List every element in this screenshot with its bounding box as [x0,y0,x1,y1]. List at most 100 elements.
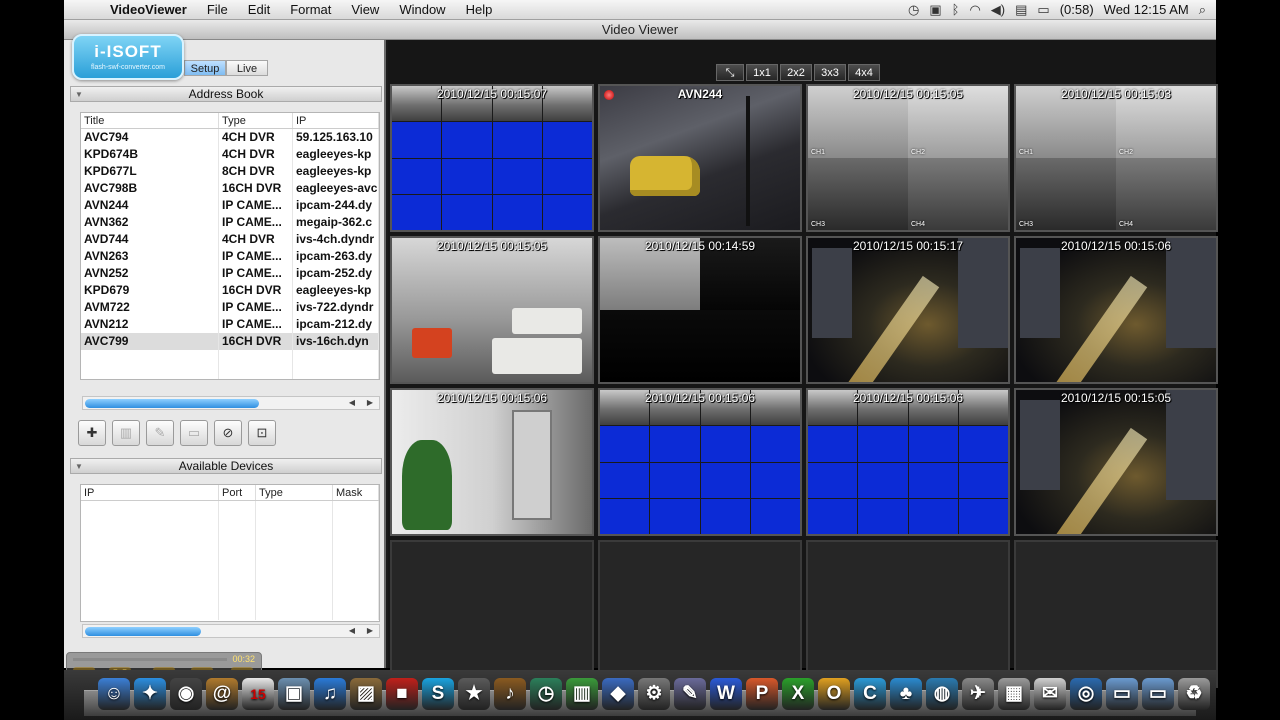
dashboard-icon[interactable]: ◉ [170,678,202,710]
add-device-icon[interactable]: ✚ [78,420,106,446]
table-row[interactable]: KPD677L 8CH DVR eagleeyes-kp [81,163,379,180]
archive-icon[interactable]: ▦ [998,678,1030,710]
layout-3x3-button[interactable]: 3x3 [814,64,846,81]
table-row[interactable]: AVC798B 16CH DVR eagleeyes-avc [81,180,379,197]
menu-help[interactable]: Help [456,2,503,17]
empty-camera-slot[interactable] [1014,540,1218,688]
network-icon[interactable]: ✈ [962,678,994,710]
flag-icon[interactable]: ▤ [1015,2,1027,18]
table-row[interactable]: AVN263 IP CAME... ipcam-263.dy [81,248,379,265]
collapse-triangle-icon[interactable]: ▼ [75,459,83,474]
fullscreen-icon[interactable]: ⤡ [716,64,744,81]
column-type[interactable]: Type [219,113,293,128]
outlook-icon[interactable]: O [818,678,850,710]
photobooth-icon[interactable]: ■ [386,678,418,710]
iphoto-icon[interactable]: ▨ [350,678,382,710]
globe-icon[interactable]: ◍ [926,678,958,710]
empty-camera-slot[interactable] [390,540,594,688]
trash-dock-icon[interactable]: ♻ [1178,678,1210,710]
camera-tile[interactable]: AVN244 [598,84,802,232]
time-machine-icon[interactable]: ◷ [908,2,919,18]
connect-icon[interactable]: ▭ [180,420,208,446]
collapse-triangle-icon[interactable]: ▼ [75,87,83,102]
table-row[interactable]: AVC799 16CH DVR ivs-16ch.dyn [81,333,379,350]
column-ip[interactable]: IP [81,485,219,500]
lock-icon[interactable]: ⊡ [248,420,276,446]
calendar-icon[interactable]: 15 [242,678,274,710]
column-port[interactable]: Port [219,485,256,500]
scroll-right-arrow-icon[interactable]: ▶ [367,397,373,409]
timemachine-icon[interactable]: ◷ [530,678,562,710]
keynote-icon[interactable]: ◆ [602,678,634,710]
address-book-scrollbar[interactable]: ◀ ▶ [82,396,380,410]
numbers-icon[interactable]: ▥ [566,678,598,710]
playback-progress[interactable] [73,658,227,661]
bluetooth-icon[interactable]: ᛒ [952,2,960,17]
empty-camera-slot[interactable] [806,540,1010,688]
notes-icon[interactable]: ✉ [1034,678,1066,710]
skype-icon[interactable]: S [422,678,454,710]
menu-format[interactable]: Format [280,2,341,17]
table-row[interactable]: AVN252 IP CAME... ipcam-252.dy [81,265,379,282]
video-viewer-icon[interactable]: ◎ [1070,678,1102,710]
menu-edit[interactable]: Edit [238,2,280,17]
table-row[interactable]: AVD744 4CH DVR ivs-4ch.dyndr [81,231,379,248]
system-prefs-icon[interactable]: ⚙ [638,678,670,710]
edit-icon[interactable]: ✎ [146,420,174,446]
camera-tile[interactable]: 2010/12/15 00:15:05 [1014,388,1218,536]
column-type[interactable]: Type [256,485,333,500]
scrollbar-thumb[interactable] [85,627,201,636]
people-icon[interactable]: ♣ [890,678,922,710]
table-row[interactable]: KPD679 16CH DVR eagleeyes-kp [81,282,379,299]
volume-icon[interactable]: ◀) [991,2,1005,18]
column-mask[interactable]: Mask [333,485,379,500]
camera-tile[interactable]: CH1 CH2 CH3 CH4 2010/12/15 00:15:05 [806,84,1010,232]
table-row[interactable]: AVC794 4CH DVR 59.125.163.10 [81,129,379,146]
utilities-icon[interactable]: ✎ [674,678,706,710]
camera-tile[interactable]: CH1 CH2 CH3 CH4 2010/12/15 00:15:03 [1014,84,1218,232]
menu-clock[interactable]: Wed 12:15 AM [1104,2,1189,17]
address-book-header[interactable]: ▼ Address Book [70,86,382,102]
camera-tile[interactable]: 2010/12/15 00:15:06 [598,388,802,536]
wifi-icon[interactable]: ◠ [969,2,980,18]
scroll-left-arrow-icon[interactable]: ◀ [349,625,355,637]
address-book-icon[interactable]: @ [206,678,238,710]
word-icon[interactable]: W [710,678,742,710]
spotlight-icon[interactable]: ⌕ [1199,2,1206,18]
camera-tile[interactable]: 2010/12/15 00:15:05 [390,236,594,384]
table-row[interactable]: AVN244 IP CAME... ipcam-244.dy [81,197,379,214]
battery-time[interactable]: (0:58) [1060,2,1094,17]
applications-folder-icon[interactable]: ▭ [1106,678,1138,710]
table-row[interactable]: AVM722 IP CAME... ivs-722.dyndr [81,299,379,316]
scroll-right-arrow-icon[interactable]: ▶ [367,625,373,637]
column-title[interactable]: Title [81,113,219,128]
menu-window[interactable]: Window [389,2,455,17]
camera-tile[interactable]: 2010/12/15 00:15:07 [390,84,594,232]
menu-file[interactable]: File [197,2,238,17]
table-row[interactable]: AVN362 IP CAME... megaip-362.c [81,214,379,231]
camera-tile[interactable]: 2010/12/15 00:14:59 [598,236,802,384]
documents-folder-icon[interactable]: ▭ [1142,678,1174,710]
safari-icon[interactable]: ✦ [134,678,166,710]
itunes-icon[interactable]: ♫ [314,678,346,710]
camera-tile[interactable]: 2010/12/15 00:15:06 [1014,236,1218,384]
empty-camera-slot[interactable] [598,540,802,688]
camera-tile[interactable]: 2010/12/15 00:15:06 [806,388,1010,536]
tab-setup[interactable]: Setup [184,60,226,76]
excel-icon[interactable]: X [782,678,814,710]
table-row[interactable]: AVN212 IP CAME... ipcam-212.dy [81,316,379,333]
powerpoint-icon[interactable]: P [746,678,778,710]
window-title-bar[interactable]: Video Viewer [64,20,1216,40]
available-devices-header[interactable]: ▼ Available Devices [70,458,382,474]
devices-scrollbar[interactable]: ◀ ▶ [82,624,380,638]
imovie-icon[interactable]: ★ [458,678,490,710]
finder-icon[interactable]: ☺ [98,678,130,710]
table-row[interactable]: KPD674B 4CH DVR eagleeyes-kp [81,146,379,163]
column-ip[interactable]: IP [293,113,379,128]
scrollbar-thumb[interactable] [85,399,259,408]
scroll-left-arrow-icon[interactable]: ◀ [349,397,355,409]
layout-1x1-button[interactable]: 1x1 [746,64,778,81]
layout-2x2-button[interactable]: 2x2 [780,64,812,81]
battery-icon[interactable]: ▭ [1037,2,1049,18]
camera-tile[interactable]: 2010/12/15 00:15:06 [390,388,594,536]
